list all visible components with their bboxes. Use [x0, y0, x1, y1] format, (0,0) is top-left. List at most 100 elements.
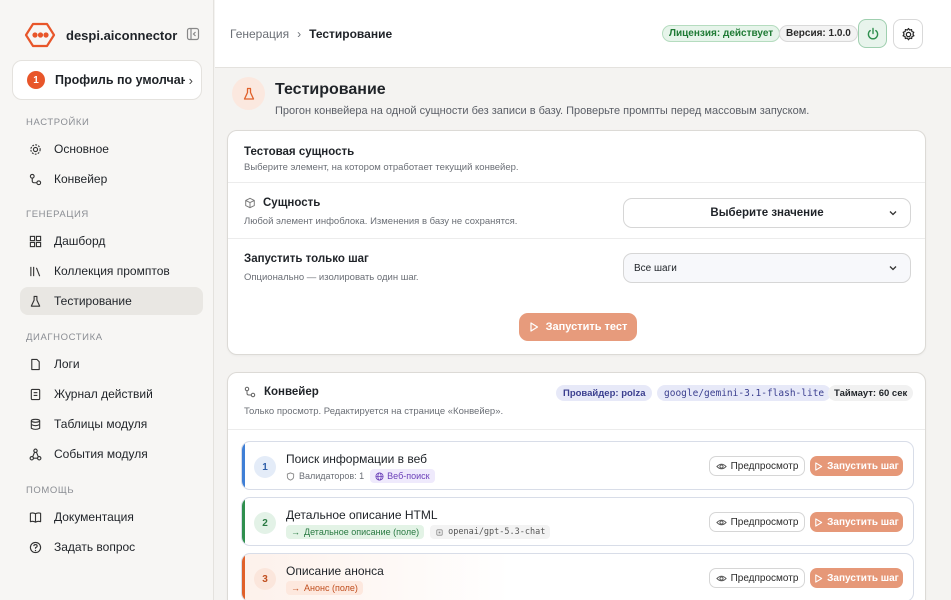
step-title: Детальное описание HTML — [286, 508, 438, 522]
section-label-diagnostics: Диагностика — [26, 332, 103, 343]
sidebar-item-module-events[interactable]: События модуля — [20, 440, 203, 468]
version-badge: Версия: 1.0.0 — [779, 25, 858, 42]
entity-label: Сущность — [244, 197, 320, 209]
entity-row: Сущность Любой элемент инфоблока. Измене… — [228, 183, 925, 239]
sidebar-item-label: Таблицы модуля — [54, 417, 148, 431]
power-icon — [867, 27, 878, 39]
target-field-chip: → Анонс (поле) — [286, 581, 363, 595]
preview-label: Предпросмотр — [730, 516, 799, 528]
dashboard-icon — [29, 235, 42, 248]
preview-button[interactable]: Предпросмотр — [709, 568, 805, 588]
page-title: Тестирование — [275, 81, 386, 98]
model-label: openai/gpt-5.3-chat — [448, 527, 546, 537]
gear-icon — [902, 27, 914, 40]
pipeline-card: Конвейер Только просмотр. Редактируется … — [227, 372, 926, 600]
validators-count: Валидаторов: 1 — [286, 471, 364, 481]
arrow-right-icon: → — [291, 527, 300, 537]
settings-button[interactable] — [893, 19, 923, 49]
sidebar-item-testing[interactable]: Тестирование — [20, 287, 203, 315]
sidebar-item-action-log[interactable]: Журнал действий — [20, 380, 203, 408]
app-name: despi.aiconnector — [66, 27, 178, 43]
brand: despi.aiconnector — [24, 22, 200, 48]
pipeline-title-text: Конвейер — [264, 386, 319, 398]
web-search-chip: Веб-поиск — [370, 469, 435, 483]
sidebar-item-documentation[interactable]: Документация — [20, 503, 203, 531]
play-icon — [815, 461, 823, 471]
step-number: 1 — [254, 456, 276, 478]
run-step-label: Запустить шаг — [827, 516, 899, 528]
sidebar-item-dashboard[interactable]: Дашборд — [20, 227, 203, 255]
book-icon — [29, 511, 42, 524]
library-icon — [29, 265, 42, 278]
run-step-button[interactable]: Запустить шаг — [810, 456, 903, 476]
shield-icon — [286, 471, 295, 481]
workflow-icon — [29, 173, 42, 186]
provider-chip: Провайдер: polza — [556, 385, 653, 401]
profile-selector[interactable]: 1 Профиль по умолчан... › — [12, 60, 202, 100]
sidebar-item-pipeline[interactable]: Конвейер — [20, 165, 203, 193]
main-content: Тестирование Прогон конвейера на одной с… — [215, 69, 951, 600]
validators-text: Валидаторов: 1 — [299, 471, 365, 481]
sidebar-item-module-tables[interactable]: Таблицы модуля — [20, 410, 203, 438]
license-badge: Лицензия: действует — [662, 25, 781, 42]
sidebar-item-label: Тестирование — [54, 294, 132, 308]
run-test-button[interactable]: Запустить тест — [519, 313, 637, 341]
pipeline-step: 2 Детальное описание HTML → Детальное оп… — [241, 497, 914, 546]
entity-description: Любой элемент инфоблока. Изменения в баз… — [244, 216, 518, 227]
step-title: Описание анонса — [286, 564, 384, 578]
target-field-label: Анонс (поле) — [304, 583, 358, 593]
preview-button[interactable]: Предпросмотр — [709, 512, 805, 532]
entity-select[interactable]: Выберите значение — [623, 198, 911, 228]
run-step-button[interactable]: Запустить шаг — [810, 568, 903, 588]
card-description: Выберите элемент, на котором отработает … — [244, 162, 519, 173]
step-description: Опционально — изолировать один шаг. — [244, 272, 419, 283]
pipeline-title: Конвейер — [244, 386, 319, 398]
chip-icon — [436, 528, 443, 536]
test-entity-card: Тестовая сущность Выберите элемент, на к… — [227, 130, 926, 355]
chevron-down-icon — [889, 211, 897, 216]
page-subtitle: Прогон конвейера на одной сущности без з… — [275, 105, 810, 117]
play-icon — [529, 322, 538, 332]
sidebar-item-label: Конвейер — [54, 172, 108, 186]
pipeline-description: Только просмотр. Редактируется на страни… — [244, 406, 504, 417]
help-icon — [29, 541, 42, 554]
entity-label-text: Сущность — [263, 197, 321, 209]
brand-logo-icon — [24, 22, 56, 48]
card-title: Тестовая сущность — [244, 146, 355, 158]
card-header: Тестовая сущность Выберите элемент, на к… — [228, 131, 925, 183]
arrow-right-icon: → — [291, 583, 300, 593]
step-number: 2 — [254, 512, 276, 534]
sidebar-item-prompt-collection[interactable]: Коллекция промптов — [20, 257, 203, 285]
target-field-label: Детальное описание (поле) — [304, 527, 420, 537]
profile-name: Профиль по умолчан... — [55, 73, 185, 87]
pipeline-step: 3 Описание анонса → Анонс (поле) Предпро… — [241, 553, 914, 600]
timeout-chip: Таймаут: 60 сек — [828, 385, 914, 401]
breadcrumb: Генерация › Тестирование — [230, 27, 392, 41]
step-label: Запустить только шаг — [244, 253, 369, 265]
power-button[interactable] — [858, 19, 887, 48]
step-accent — [242, 554, 245, 600]
section-label-generation: Генерация — [26, 209, 89, 220]
preview-label: Предпросмотр — [730, 572, 799, 584]
sidebar-item-ask-question[interactable]: Задать вопрос — [20, 533, 203, 561]
flask-icon — [232, 77, 265, 110]
model-chip: openai/gpt-5.3-chat — [430, 525, 551, 539]
topbar: Генерация › Тестирование Лицензия: дейст… — [215, 0, 951, 68]
breadcrumb-generation[interactable]: Генерация — [230, 27, 289, 41]
globe-icon — [375, 471, 384, 481]
preview-button[interactable]: Предпросмотр — [709, 456, 805, 476]
eye-icon — [715, 463, 727, 469]
step-accent — [242, 498, 245, 545]
step-select-value: Все шаги — [634, 262, 677, 274]
file-icon — [29, 358, 42, 371]
run-test-label: Запустить тест — [545, 321, 628, 333]
sidebar-item-label: Документация — [54, 510, 134, 524]
run-step-label: Запустить шаг — [827, 572, 899, 584]
sidebar-item-general[interactable]: Основное — [20, 135, 203, 163]
run-step-button[interactable]: Запустить шаг — [810, 512, 903, 532]
collapse-sidebar-icon[interactable] — [186, 27, 200, 41]
divider — [228, 429, 925, 430]
sidebar-item-logs[interactable]: Логи — [20, 350, 203, 378]
step-select[interactable]: Все шаги — [623, 253, 911, 283]
journal-icon — [29, 388, 42, 401]
